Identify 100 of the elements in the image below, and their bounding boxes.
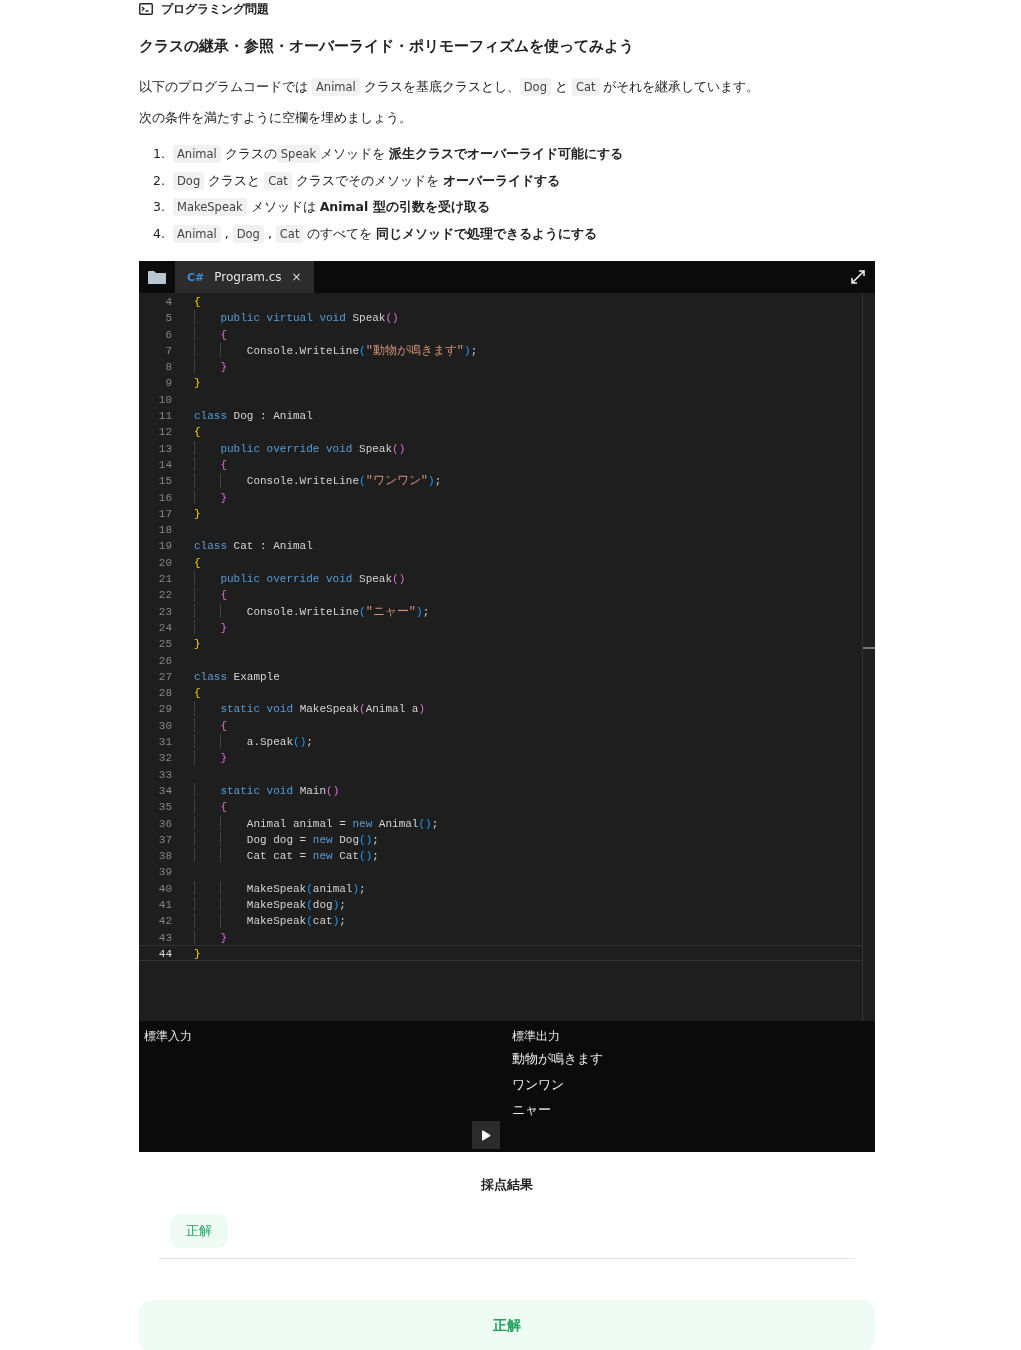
line-number: 20 — [157, 555, 173, 570]
line-number: 28 — [157, 686, 173, 700]
line-number: 13 — [157, 441, 173, 455]
condition-text: Dog クラスと Cat クラスでそのメソッドを オーバーライドする — [173, 167, 560, 194]
line-number: 17 — [157, 506, 173, 521]
code-line: { — [194, 456, 227, 472]
line-number: 16 — [157, 490, 173, 504]
line-number: 38 — [157, 849, 173, 863]
line-number: 35 — [157, 800, 173, 814]
line-number: 40 — [157, 881, 173, 895]
code-line: Animal animal = new Animal(); — [194, 815, 439, 830]
line-number: 26 — [157, 653, 173, 667]
line-number: 5 — [164, 311, 173, 325]
code-line: Dog dog = new Dog(); — [194, 831, 379, 847]
code-line: Cat cat = new Cat(); — [194, 848, 379, 863]
problem-title: クラスの継承・参照・オーバーライド・ポリモーフィズムを使ってみよう — [139, 37, 635, 56]
line-number: 8 — [164, 360, 173, 374]
code-line: public override void Speak() — [194, 440, 406, 455]
code-line: Console.WriteLine("ニャー"); — [194, 603, 430, 618]
line-number: 18 — [157, 523, 173, 537]
code-line: static void MakeSpeak(Animal a) — [194, 701, 426, 716]
description-text: 以下のプログラムコードでは Animal クラスを基底クラスとし、 Dog と Cat がそれを継承しています。 — [139, 77, 761, 98]
output-line: 動物が鳴きます — [512, 1050, 604, 1068]
line-number: 6 — [164, 327, 173, 341]
terminal-icon — [139, 3, 153, 15]
file-tab[interactable]: C# Program.cs × — [175, 261, 314, 293]
folder-icon[interactable] — [148, 270, 166, 284]
line-number: 42 — [157, 914, 173, 928]
code-line: { — [194, 326, 227, 341]
play-icon — [481, 1129, 491, 1141]
output-line: ワンワン — [512, 1075, 565, 1094]
line-number: 11 — [157, 409, 173, 423]
code-line: Console.WriteLine("ワンワン"); — [194, 473, 442, 488]
line-number: 27 — [157, 669, 173, 684]
code-line: public override void Speak() — [194, 571, 406, 586]
code-line: } — [194, 637, 201, 651]
line-number: 37 — [157, 832, 173, 847]
code-line: } — [194, 929, 227, 944]
line-number: 44 — [157, 946, 173, 961]
code-line: } — [194, 619, 227, 635]
code-line: { — [194, 717, 227, 732]
code-line: static void Main() — [194, 782, 340, 798]
result-badge: 正解 — [170, 1214, 228, 1248]
line-number: 39 — [157, 865, 173, 879]
code-line: } — [194, 750, 227, 765]
expand-icon[interactable] — [851, 270, 865, 284]
code-line: Console.WriteLine("動物が鳴きます"); — [194, 342, 478, 358]
line-number: 30 — [157, 718, 173, 732]
line-number: 7 — [164, 343, 173, 358]
code-line: MakeSpeak(dog); — [194, 897, 346, 912]
line-number: 9 — [164, 376, 173, 390]
line-number: 21 — [157, 572, 173, 586]
line-number: 43 — [157, 930, 173, 944]
code-line: MakeSpeak(cat); — [194, 913, 346, 928]
code-line: class Dog : Animal — [194, 409, 313, 423]
input-label: 標準入力 — [144, 1029, 193, 1043]
line-number: 19 — [157, 539, 173, 553]
line-number: 12 — [157, 425, 173, 439]
code-line: { — [194, 686, 201, 700]
code-line: public virtual void Speak() — [194, 310, 399, 325]
code-line: } — [194, 359, 227, 374]
line-number: 23 — [157, 604, 173, 618]
condition-text: Animal , Dog , Cat のすべてを 同じメソッドで処理できるようにする — [173, 220, 598, 247]
condition-text: Animal クラスの Speak メソッドを 派生クラスでオーバーライド可能にする — [173, 141, 624, 168]
code-line: MakeSpeak(animal); — [194, 880, 366, 895]
code-line: } — [194, 946, 201, 961]
line-number: 41 — [157, 898, 173, 912]
code-line: class Cat : Animal — [194, 539, 313, 553]
description-text: 次の条件を満たすように空欄を埋めましょう。 — [139, 109, 413, 127]
line-number: 25 — [157, 637, 173, 651]
code-line: class Example — [194, 669, 280, 684]
code-line: } — [194, 376, 201, 390]
line-number: 31 — [157, 735, 173, 749]
line-number: 34 — [157, 783, 173, 798]
line-number: 32 — [157, 751, 173, 765]
line-number: 22 — [157, 588, 173, 602]
line-number: 33 — [157, 767, 173, 781]
line-number: 36 — [157, 816, 173, 830]
code-line: { — [194, 295, 201, 309]
list-number: 3. — [153, 198, 165, 216]
output-line: ニャー — [512, 1101, 552, 1119]
list-number: 2. — [153, 171, 165, 190]
list-number: 4. — [153, 224, 165, 243]
line-number: 14 — [157, 457, 173, 472]
list-number: 1. — [153, 145, 165, 163]
output-label: 標準出力 — [512, 1029, 561, 1043]
code-line: { — [194, 799, 227, 814]
line-number: 29 — [157, 702, 173, 716]
section-label: プログラミング問題 — [161, 0, 269, 18]
scrollbar[interactable] — [862, 293, 875, 1021]
run-button[interactable] — [472, 1121, 500, 1149]
condition-text: MakeSpeak メソッドは Animal 型の引数を受け取る — [173, 194, 490, 221]
code-line: } — [194, 506, 201, 521]
code-line: a.Speak(); — [194, 734, 313, 749]
code-line: { — [194, 555, 201, 570]
result-banner: 正解 — [139, 1300, 875, 1350]
line-number: 4 — [164, 295, 173, 309]
code-line: { — [194, 425, 201, 439]
line-number: 24 — [157, 620, 173, 635]
result-title: 採点結果 — [480, 1176, 534, 1194]
